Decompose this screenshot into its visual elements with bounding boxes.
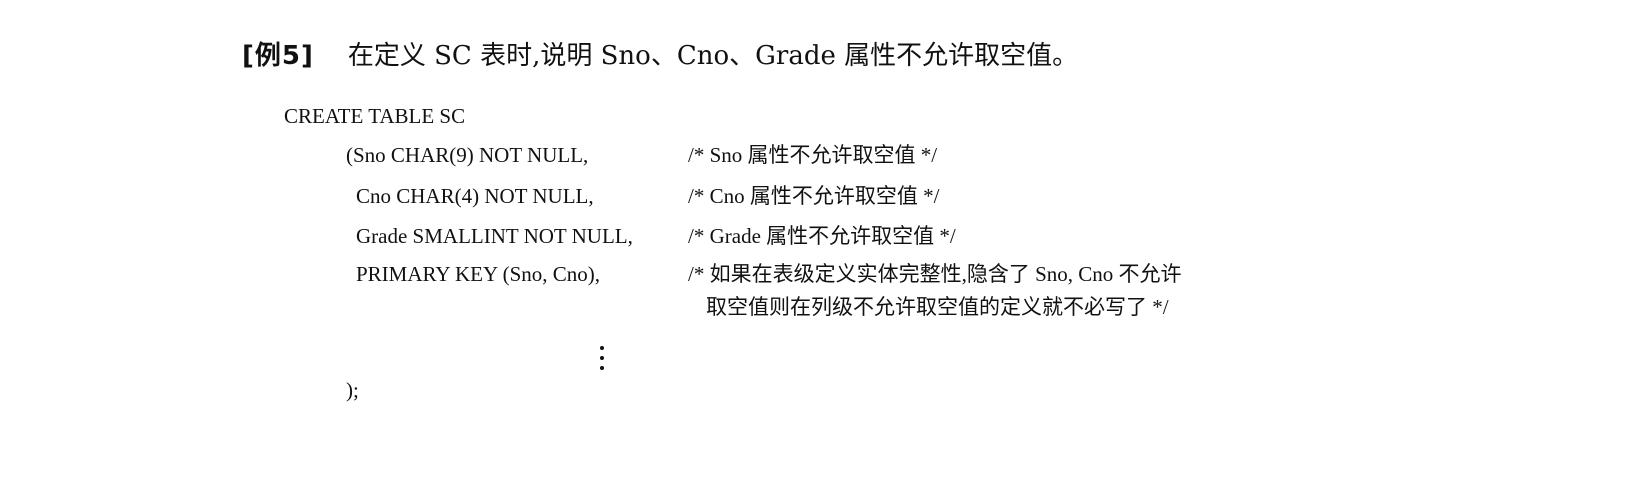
primary-key-definition: PRIMARY KEY (Sno, Cno), — [356, 262, 601, 286]
sno-column-comment: /* Sno 属性不允许取空值 */ — [688, 143, 938, 167]
grade-column-definition: Grade SMALLINT NOT NULL, — [356, 224, 633, 248]
closing-statement: ); — [346, 378, 359, 402]
grade-column-comment: /* Grade 属性不允许取空值 */ — [688, 224, 956, 248]
primary-key-comment: /* 如果在表级定义实体完整性,隐含了 Sno, Cno 不允许 — [688, 262, 1182, 286]
create-table-line: CREATE TABLE SC — [284, 104, 466, 128]
example-heading: [例5] 在定义 SC 表时,说明 Sno、Cno、Grade 属性不允许取空值。 — [242, 38, 1078, 74]
document-page: [例5] 在定义 SC 表时,说明 Sno、Cno、Grade 属性不允许取空值。… — [0, 0, 1644, 503]
example-description: 在定义 SC 表时,说明 Sno、Cno、Grade 属性不允许取空值。 — [347, 41, 1079, 71]
cno-column-comment: /* Cno 属性不允许取空值 */ — [688, 184, 940, 208]
example-label: [例5] — [242, 41, 314, 71]
sno-column-definition: (Sno CHAR(9) NOT NULL, — [346, 143, 589, 167]
vertical-ellipsis-icon — [598, 344, 606, 372]
cno-column-definition: Cno CHAR(4) NOT NULL, — [356, 184, 594, 208]
primary-key-comment-continued: 取空值则在列级不允许取空值的定义就不必写了 */ — [706, 295, 1169, 319]
